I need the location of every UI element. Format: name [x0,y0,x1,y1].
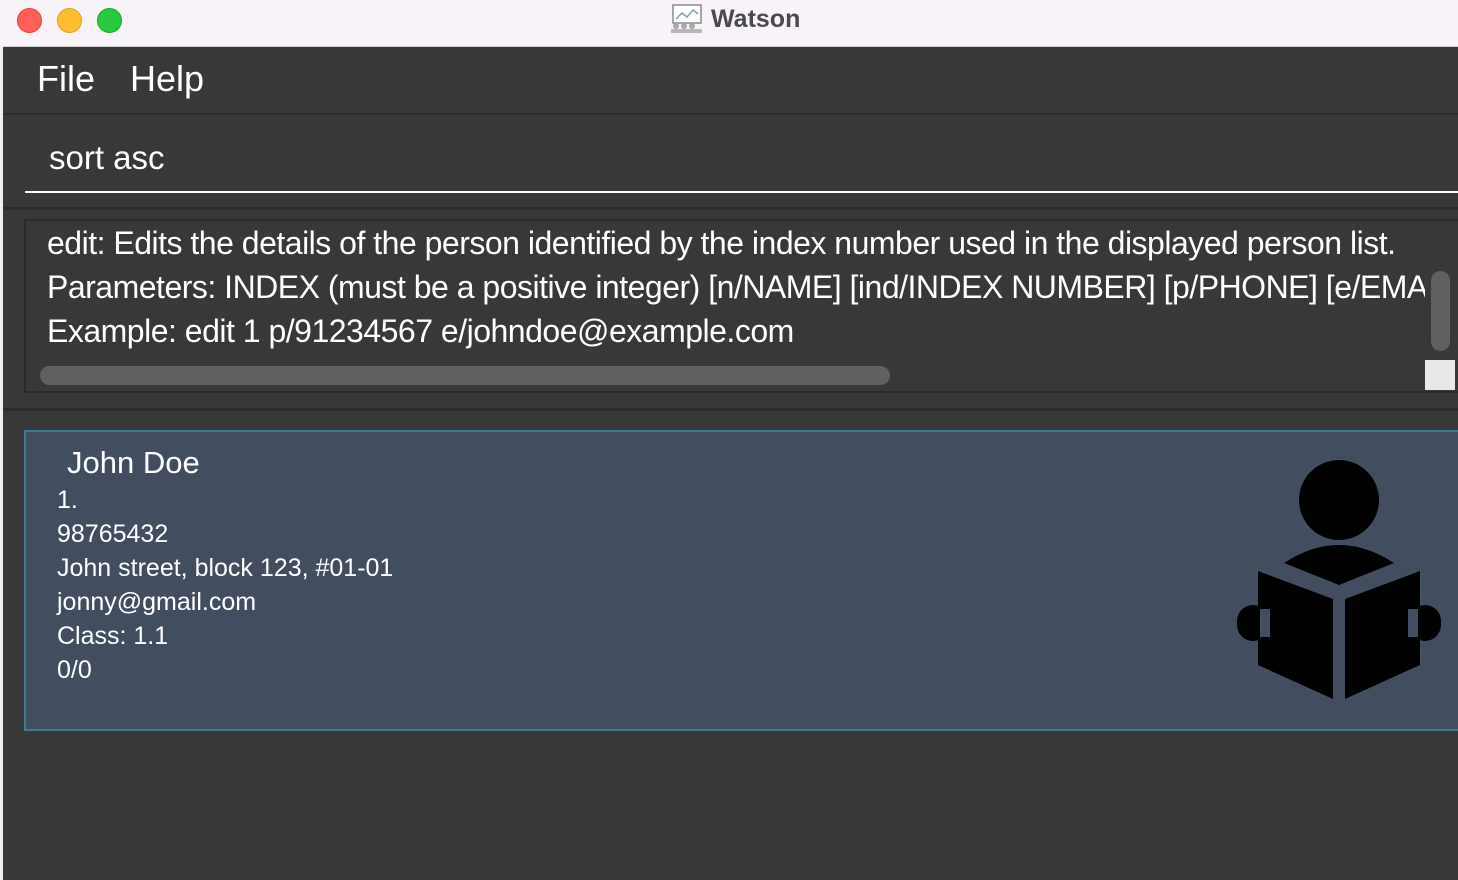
title-bar[interactable]: Watson [0,0,1458,47]
app-window: Watson File Help edit: Edits the details… [0,0,1458,880]
vertical-scrollbar-thumb[interactable] [1431,271,1450,351]
command-box-container [3,115,1458,210]
student-reading-icon [1237,460,1441,699]
person-index: 1. [57,486,78,514]
command-input[interactable] [25,125,1458,193]
person-phone: 98765432 [57,520,169,548]
person-list: John Doe 1. 98765432 John street, block … [3,411,1458,880]
result-display-container: edit: Edits the details of the person id… [3,210,1458,411]
menu-file[interactable]: File [37,59,95,99]
horizontal-scrollbar-thumb[interactable] [40,366,890,385]
close-window-button[interactable] [17,8,42,33]
person-email: jonny@gmail.com [57,588,257,616]
result-line: Example: edit 1 p/91234567 e/johndoe@exa… [47,313,794,349]
person-class: Class: 1.1 [57,622,169,650]
result-text: edit: Edits the details of the person id… [47,221,1425,353]
maximize-window-button[interactable] [97,8,122,33]
app-logo-icon [671,4,702,33]
minimize-window-button[interactable] [57,8,82,33]
result-line: edit: Edits the details of the person id… [47,225,1396,261]
window-title: Watson [711,5,801,33]
scrollbar-corner [1425,360,1455,390]
person-attendance: 0/0 [57,656,92,684]
person-name: John Doe [67,445,200,480]
person-card[interactable]: John Doe 1. 98765432 John street, block … [24,430,1458,731]
result-display[interactable]: edit: Edits the details of the person id… [24,219,1458,393]
person-address: John street, block 123, #01-01 [57,554,394,582]
menu-help[interactable]: Help [130,59,204,99]
result-line: Parameters: INDEX (must be a positive in… [47,269,1425,305]
menu-bar: File Help [3,47,1458,115]
